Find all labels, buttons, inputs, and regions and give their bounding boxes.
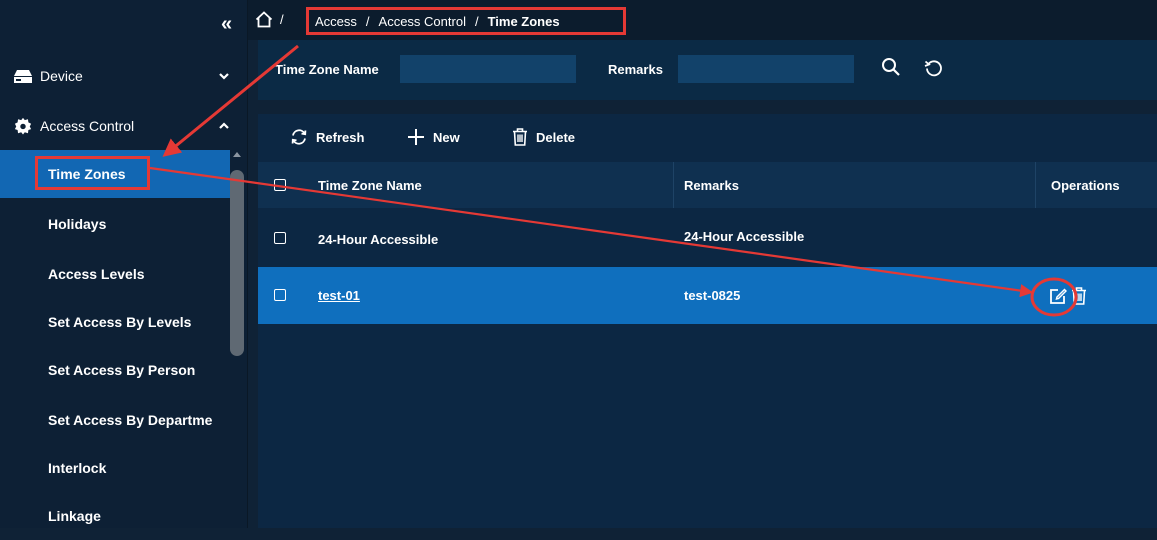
sidebar-item-label: Set Access By Person (48, 362, 196, 378)
column-header-operations: Operations (1051, 178, 1120, 193)
time-zone-name-input[interactable] (400, 55, 576, 83)
delete-button[interactable]: Delete (512, 128, 575, 146)
sidebar-item-interlock[interactable]: Interlock (0, 444, 230, 492)
main-content: / Access / Access Control / Time Zones T… (248, 0, 1157, 528)
gear-icon (14, 117, 32, 135)
sidebar-item-label: Interlock (48, 460, 107, 476)
reset-icon[interactable] (924, 58, 944, 78)
edit-icon[interactable] (1049, 287, 1067, 305)
annotation-highlight-box (35, 156, 150, 190)
row-time-zone-name-link[interactable]: test-01 (318, 288, 360, 303)
row-remarks: 24-Hour Accessible (684, 229, 805, 244)
delete-label: Delete (536, 129, 576, 145)
filter-bar: Time Zone Name Remarks (258, 40, 1157, 100)
row-time-zone-name: 24-Hour Accessible (318, 232, 439, 247)
scroll-up-arrow-icon[interactable] (233, 152, 241, 157)
sidebar-item-access-levels[interactable]: Access Levels (0, 250, 230, 298)
breadcrumb-item-time-zones: Time Zones (487, 13, 560, 29)
column-header-remarks[interactable]: Remarks (684, 178, 739, 193)
breadcrumb-item-access-control[interactable]: Access Control (379, 14, 466, 29)
row-checkbox[interactable] (274, 232, 286, 244)
select-all-checkbox[interactable] (274, 179, 286, 191)
table-row[interactable]: test-01 test-0825 (258, 267, 1157, 324)
breadcrumb-separator: / (365, 13, 370, 29)
time-zones-panel: Refresh New Delete Time Zone Name Remark… (258, 114, 1157, 528)
sidebar-item-label: Set Access By Levels (48, 314, 192, 330)
sidebar-group-label: Device (40, 68, 83, 84)
refresh-label: Refresh (316, 129, 365, 145)
sidebar-item-holidays[interactable]: Holidays (0, 200, 230, 248)
sidebar-scrollbar[interactable] (230, 148, 244, 528)
sidebar: « Device Access Control Time Zones Holid… (0, 0, 248, 528)
new-button[interactable]: New (407, 128, 460, 146)
table-header: Time Zone Name Remarks Operations (258, 162, 1157, 208)
refresh-icon (291, 129, 307, 145)
trash-icon[interactable] (1071, 287, 1087, 305)
device-icon (14, 70, 32, 83)
toolbar: Refresh New Delete (258, 114, 1157, 162)
table-row[interactable]: 24-Hour Accessible 24-Hour Accessible (258, 210, 1157, 267)
sidebar-group-device[interactable]: Device (0, 52, 248, 100)
refresh-button[interactable]: Refresh (290, 128, 364, 146)
search-icon[interactable] (880, 56, 902, 78)
chevron-up-icon (219, 122, 229, 129)
sidebar-item-set-access-by-person[interactable]: Set Access By Person (0, 346, 230, 394)
column-header-time-zone-name[interactable]: Time Zone Name (318, 178, 422, 193)
breadcrumb-separator: / (280, 12, 284, 27)
row-remarks: test-0825 (684, 288, 741, 303)
column-divider (673, 162, 674, 208)
sidebar-item-label: Linkage (48, 508, 101, 524)
sidebar-group-label: Access Control (40, 118, 135, 134)
breadcrumb-separator: / (474, 13, 479, 29)
new-label: New (433, 129, 460, 145)
chevron-down-icon (219, 73, 229, 80)
column-divider (1035, 162, 1036, 208)
breadcrumb: / Access / Access Control / Time Zones (248, 0, 1157, 40)
sidebar-group-access-control[interactable]: Access Control (0, 102, 248, 150)
sidebar-item-label: Access Levels (48, 266, 145, 282)
sidebar-item-label: Holidays (48, 216, 107, 232)
sidebar-scrollbar-thumb[interactable] (230, 170, 244, 356)
row-checkbox[interactable] (274, 289, 286, 301)
time-zone-name-label: Time Zone Name (275, 62, 379, 77)
breadcrumb-highlight-box: Access / Access Control / Time Zones (306, 7, 626, 35)
remarks-label: Remarks (608, 62, 663, 77)
home-icon[interactable] (255, 11, 273, 28)
sidebar-item-set-access-by-department[interactable]: Set Access By Departme (0, 396, 230, 444)
sidebar-item-label: Set Access By Departme (48, 412, 213, 428)
sidebar-item-set-access-by-levels[interactable]: Set Access By Levels (0, 298, 230, 346)
sidebar-item-linkage[interactable]: Linkage (0, 492, 230, 540)
breadcrumb-item-access[interactable]: Access (315, 14, 357, 29)
sidebar-collapse-row: « (0, 0, 247, 52)
remarks-input[interactable] (678, 55, 854, 83)
trash-icon (513, 128, 527, 146)
plus-icon (408, 129, 424, 145)
double-chevron-left-icon[interactable]: « (221, 14, 232, 34)
